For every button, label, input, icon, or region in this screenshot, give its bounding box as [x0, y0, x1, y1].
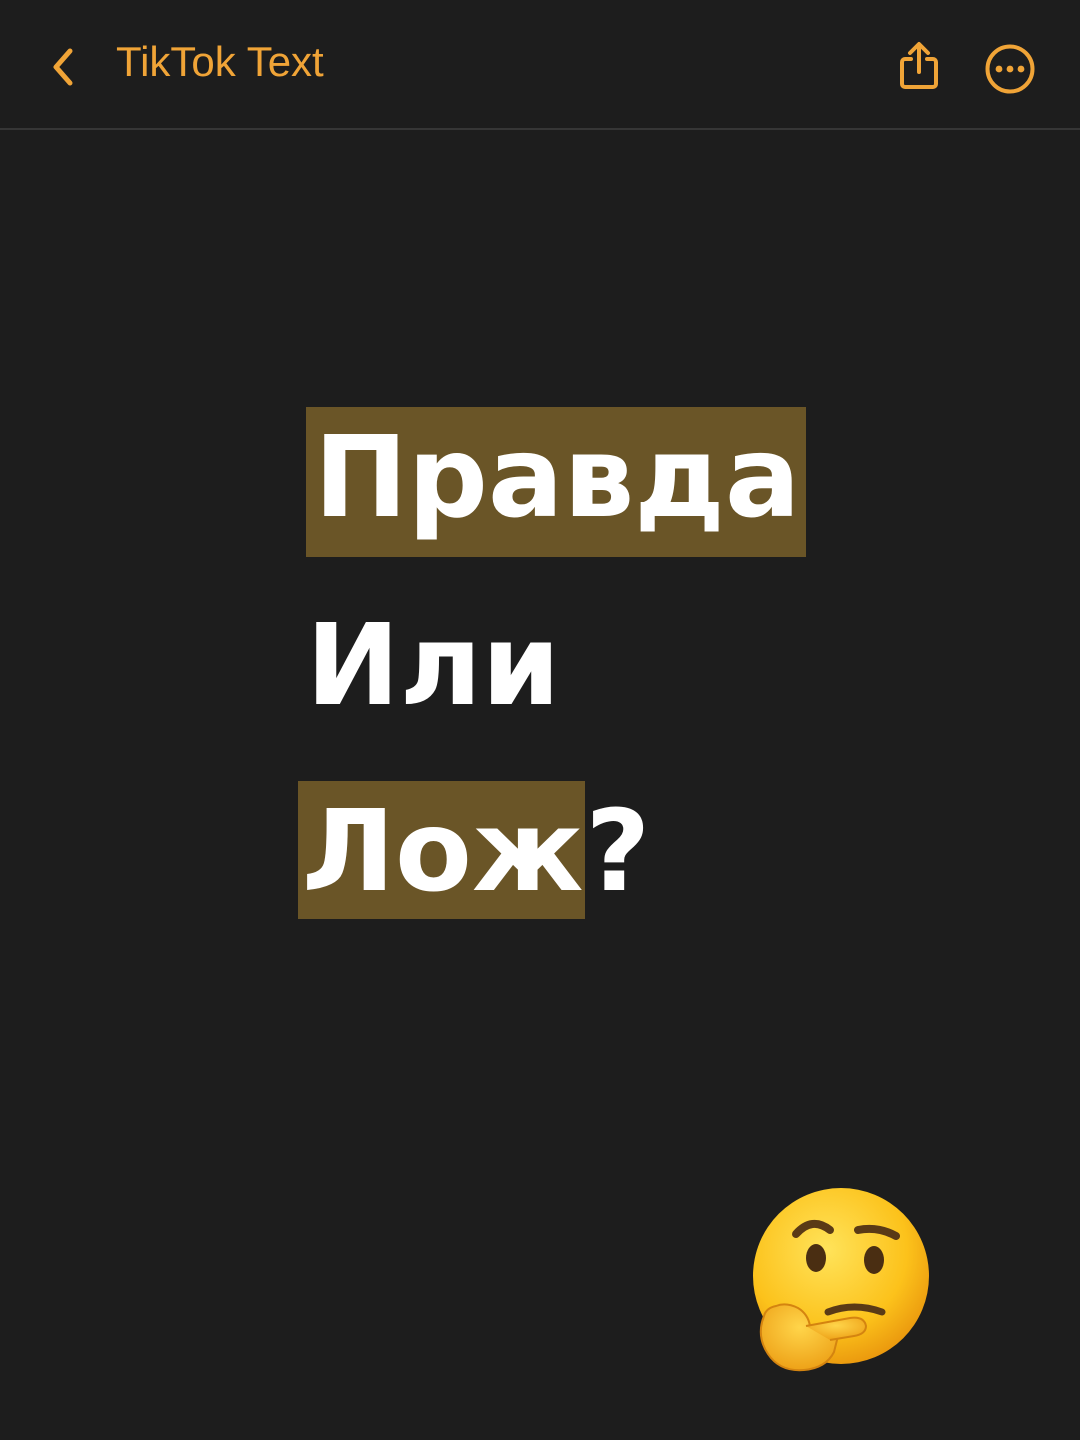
note-line-3: Лож? [298, 781, 650, 919]
share-icon [900, 42, 938, 89]
notes-screen: TikTok Text Правда Или Лож? [0, 0, 1080, 1440]
highlighted-text: Правда [306, 407, 807, 557]
question-mark: ? [585, 787, 651, 917]
more-button[interactable] [983, 42, 1037, 96]
highlighted-text: Лож [298, 781, 586, 919]
share-button[interactable] [893, 38, 945, 94]
chevron-left-icon [53, 48, 73, 86]
thinking-face-emoji [753, 1188, 929, 1372]
back-title[interactable]: TikTok Text [116, 36, 324, 88]
ellipsis-circle-icon [985, 44, 1035, 94]
note-line-1: Правда [306, 407, 807, 557]
navigation-bar: TikTok Text [0, 0, 1080, 130]
back-button[interactable] [38, 40, 86, 94]
note-line-2: Или [306, 601, 561, 731]
